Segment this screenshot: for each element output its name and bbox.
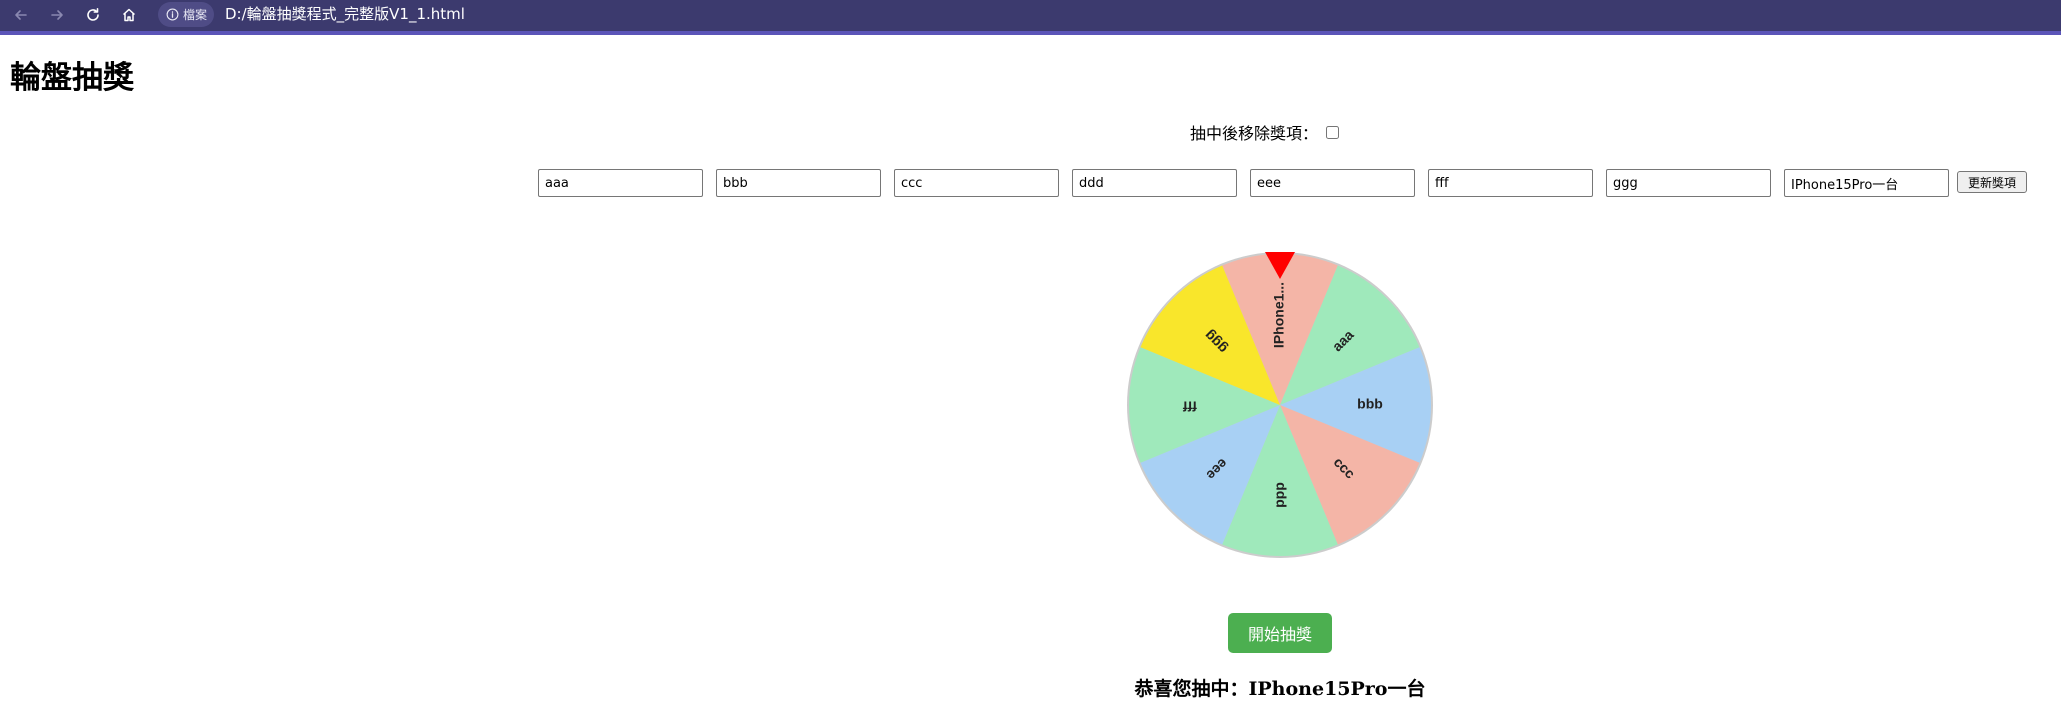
forward-arrow-icon [51,10,63,20]
site-info-chip[interactable]: 檔案 [158,2,214,27]
prize-input-4[interactable] [1072,169,1237,197]
home-icon [122,8,136,22]
reload-button[interactable] [80,2,106,28]
back-button[interactable] [8,2,34,28]
prize-input-6[interactable] [1428,169,1593,197]
remove-after-draw-checkbox[interactable] [1326,125,1340,139]
home-button[interactable] [116,2,142,28]
remove-after-draw-label: 抽中後移除獎項： [1190,124,1319,143]
wheel-segment-label: bbb [1357,396,1383,412]
prize-input-7[interactable] [1606,169,1771,197]
start-draw-button[interactable]: 開始抽獎 [1228,613,1332,653]
remove-after-draw-option[interactable]: 抽中後移除獎項： [1190,120,1365,144]
prize-input-5[interactable] [1250,169,1415,197]
prize-input-1[interactable] [538,169,703,197]
prize-wheel[interactable]: IPhone1... aaa bbb ccc ddd eee fff ggg [1124,249,1436,561]
wheel-segment-label: IPhone1... [1271,282,1287,348]
browser-toolbar: 檔案 D:/輪盤抽獎程式_完整版V1_1.html [0,0,2061,35]
draw-result-text: 恭喜您抽中：IPhone15Pro一台 [1134,678,1426,700]
update-prizes-button[interactable]: 更新獎項 [1957,171,2027,193]
page-title: 輪盤抽獎 [10,60,134,96]
wheel-segment-label: fff [1183,398,1197,414]
prize-input-8[interactable] [1784,169,1949,197]
prize-wheel-graphic: IPhone1... aaabbbcccdddeeefffggg [1127,252,1433,558]
back-arrow-icon [15,10,27,20]
address-bar-url[interactable]: D:/輪盤抽獎程式_完整版V1_1.html [225,3,465,25]
wheel-segment-label: ddd [1273,482,1289,508]
reload-icon [87,8,99,21]
prize-input-2[interactable] [716,169,881,197]
info-icon [166,8,179,21]
site-info-label: 檔案 [183,8,208,22]
prize-input-3[interactable] [894,169,1059,197]
forward-button[interactable] [44,2,70,28]
